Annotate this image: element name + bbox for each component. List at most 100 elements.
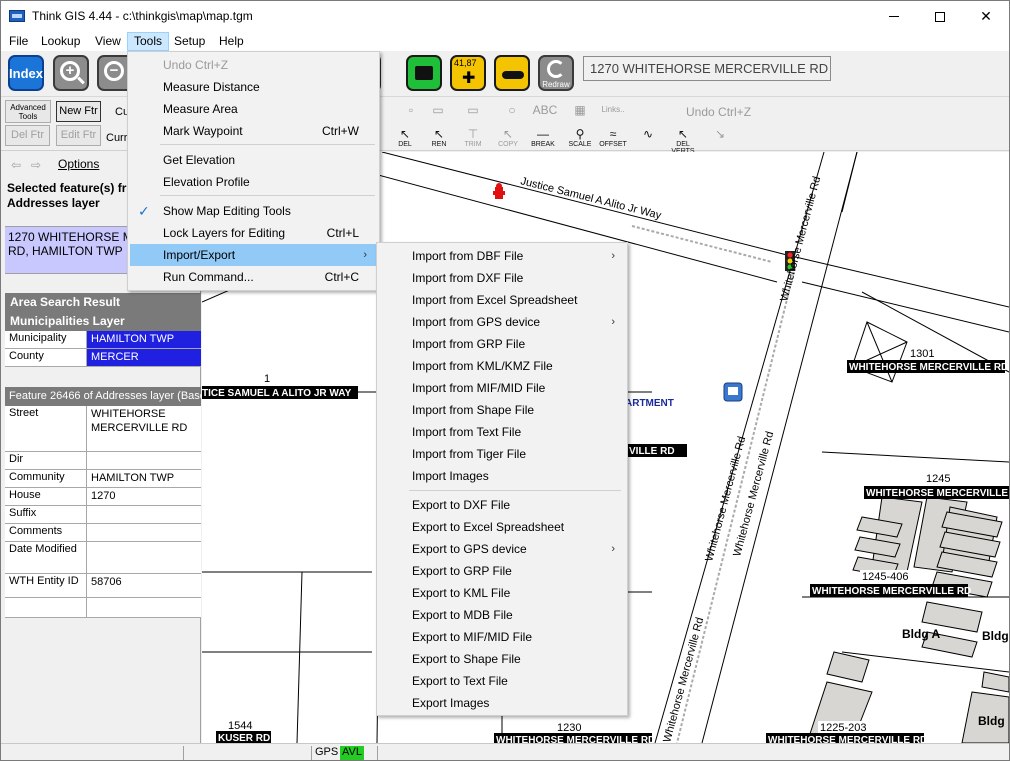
building-label-a: Bldg A (902, 627, 941, 641)
menu-view[interactable]: View (89, 32, 127, 51)
menu-item-shortcut: Ctrl+C (324, 270, 359, 284)
feature-row-comments[interactable]: Comments (5, 524, 201, 542)
edit-tool-label: BREAK (531, 141, 555, 148)
close-button[interactable]: ✕ (963, 1, 1009, 32)
address-search-input[interactable]: 1270 WHITEHORSE MERCERVILLE RD (583, 56, 831, 81)
menu-lookup[interactable]: Lookup (35, 32, 86, 51)
edit-tool-offset[interactable]: ≈ OFFSET (596, 127, 630, 148)
import-export-export-to-excel-spreadsheet[interactable]: Export to Excel Spreadsheet (379, 516, 625, 538)
feature-row-suffix[interactable]: Suffix (5, 506, 201, 524)
edit-tool-icon-5[interactable]: ▦ (563, 103, 597, 117)
edit-tool-icon-4[interactable]: ABC (528, 103, 562, 117)
edit-tool-break[interactable]: — BREAK (526, 127, 560, 148)
menu-setup[interactable]: Setup (168, 32, 211, 51)
import-export-import-from-gps-device[interactable]: Import from GPS device › (379, 311, 625, 333)
tools-menu-get-elevation[interactable]: Get Elevation (130, 149, 377, 171)
import-export-export-to-mdb-file[interactable]: Export to MDB File (379, 604, 625, 626)
import-export-import-from-text-file[interactable]: Import from Text File (379, 421, 625, 443)
tools-menu-measure-area[interactable]: Measure Area (130, 98, 377, 120)
delete-feature-button[interactable]: Del Ftr (5, 125, 50, 146)
redraw-button[interactable]: Redraw (538, 55, 574, 91)
edit-tool-icon-16[interactable]: ↘ (703, 127, 737, 141)
index-button[interactable]: Index (8, 55, 44, 91)
tools-menu-measure-distance[interactable]: Measure Distance (130, 76, 377, 98)
edit-tool-copy[interactable]: ↖ COPY (491, 127, 525, 148)
import-export-export-to-gps-device[interactable]: Export to GPS device › (379, 538, 625, 560)
road-label-4: Whitehorse Mercerville Rd (661, 616, 706, 743)
zoom-in-button[interactable]: + (53, 55, 89, 91)
import-export-import-from-shape-file[interactable]: Import from Shape File (379, 399, 625, 421)
minimize-button[interactable] (871, 1, 917, 32)
forward-arrow-icon[interactable]: ⇨ (31, 158, 41, 172)
feature-row-house[interactable]: House 1270 (5, 488, 201, 506)
edit-tool-scale[interactable]: ⚲ SCALE (563, 127, 597, 148)
edit-tool-icon-6[interactable]: Links.. (596, 103, 630, 117)
menu-item-label: Import from KML/KMZ File (412, 359, 553, 373)
import-export-import-images[interactable]: Import Images (379, 465, 625, 487)
edit-tool-icon-2[interactable]: ▭ (456, 103, 490, 117)
undo-label[interactable]: Undo Ctrl+Z (686, 105, 751, 119)
menu-tools[interactable]: Tools (127, 32, 170, 51)
menu-item-label: Import from DXF File (412, 271, 524, 285)
feature-row-dir[interactable]: Dir (5, 452, 201, 470)
edit-tool-ren[interactable]: ↖ REN (422, 127, 456, 148)
options-link[interactable]: Options (58, 157, 99, 171)
edit-tool-del[interactable]: ↖ DEL (388, 127, 422, 148)
import-export-import-from-dxf-file[interactable]: Import from DXF File (379, 267, 625, 289)
import-export-export-to-shape-file[interactable]: Export to Shape File (379, 648, 625, 670)
helicopter-button[interactable] (494, 55, 530, 91)
tools-menu-elevation-profile[interactable]: Elevation Profile (130, 171, 377, 193)
app-icon (9, 10, 25, 22)
tools-menu-undo[interactable]: Undo Ctrl+Z (130, 54, 377, 76)
menu-item-label: Import from Text File (412, 425, 522, 439)
maximize-button[interactable] (917, 1, 963, 32)
tools-menu-lock-layers-for-editing[interactable]: Lock Layers for Editing Ctrl+L (130, 222, 377, 244)
edit-tool-icon-3[interactable]: ○ (495, 103, 529, 117)
edit-tool-del-verts[interactable]: ↖DEL VERTS (666, 127, 700, 155)
menu-item-label: Import from Shape File (412, 403, 535, 417)
advanced-tools-button[interactable]: Advanced Tools (5, 100, 51, 123)
feature-row-key: WTH Entity ID (5, 574, 87, 597)
close-icon: ✕ (980, 8, 992, 24)
gps-button[interactable]: 41,87 ✚ (450, 55, 486, 91)
tools-menu-show-map-editing-tools[interactable]: Show Map Editing Tools ✓ (130, 200, 377, 222)
tools-menu-mark-waypoint[interactable]: Mark Waypoint Ctrl+W (130, 120, 377, 142)
back-arrow-icon[interactable]: ⇦ (11, 158, 21, 172)
import-export-import-from-dbf-file[interactable]: Import from DBF File › (379, 245, 625, 267)
area-row-municipality[interactable]: Municipality HAMILTON TWP (5, 331, 201, 349)
zoom-out-button[interactable]: − (97, 55, 127, 91)
edit-tool-trim[interactable]: ⊤ TRIM (456, 127, 490, 148)
printer-icon (415, 66, 433, 80)
menu-item-label: Export to Excel Spreadsheet (412, 520, 565, 534)
edit-feature-button[interactable]: Edit Ftr (56, 125, 101, 146)
feature-row-date-modified[interactable]: Date Modified (5, 542, 201, 574)
import-export-import-from-mif-mid-file[interactable]: Import from MIF/MID File (379, 377, 625, 399)
feature-row-community[interactable]: Community HAMILTON TWP (5, 470, 201, 488)
edit-tool-icon-14[interactable]: ∿ (631, 127, 665, 141)
import-export-import-from-grp-file[interactable]: Import from GRP File (379, 333, 625, 355)
import-export-import-from-excel-spreadsheet[interactable]: Import from Excel Spreadsheet (379, 289, 625, 311)
menu-help[interactable]: Help (213, 32, 250, 51)
menu-item-label: Export to DXF File (412, 498, 511, 512)
area-search-layer: Municipalities Layer (5, 312, 201, 331)
menu-item-label: Import from DBF File (412, 249, 524, 263)
import-export-import-from-tiger-file[interactable]: Import from Tiger File (379, 443, 625, 465)
tools-menu-run-command[interactable]: Run Command... Ctrl+C (130, 266, 377, 288)
import-export-export-to-grp-file[interactable]: Export to GRP File (379, 560, 625, 582)
import-export-export-to-kml-file[interactable]: Export to KML File (379, 582, 625, 604)
feature-row-street[interactable]: Street WHITEHORSE MERCERVILLE RD (5, 406, 201, 452)
menu-file[interactable]: File (3, 32, 34, 51)
import-export-export-to-dxf-file[interactable]: Export to DXF File (379, 494, 625, 516)
print-button[interactable] (406, 55, 442, 91)
area-row-county[interactable]: County MERCER (5, 349, 201, 367)
import-export-export-images[interactable]: Export Images (379, 692, 625, 714)
import-export-import-from-kml-kmz-file[interactable]: Import from KML/KMZ File (379, 355, 625, 377)
import-export-export-to-text-file[interactable]: Export to Text File (379, 670, 625, 692)
building-label-2: Bldg (982, 629, 1009, 643)
import-export-export-to-mif-mid-file[interactable]: Export to MIF/MID File (379, 626, 625, 648)
tools-menu-import-export[interactable]: Import/Export › (130, 244, 377, 266)
new-feature-button[interactable]: New Ftr (56, 101, 101, 122)
feature-row-wth-entity-id[interactable]: WTH Entity ID 58706 (5, 574, 201, 598)
edit-tool-icon-1[interactable]: ▭ (421, 103, 455, 117)
app-window: Think GIS 4.44 - c:\thinkgis\map\map.tgm… (0, 0, 1010, 761)
